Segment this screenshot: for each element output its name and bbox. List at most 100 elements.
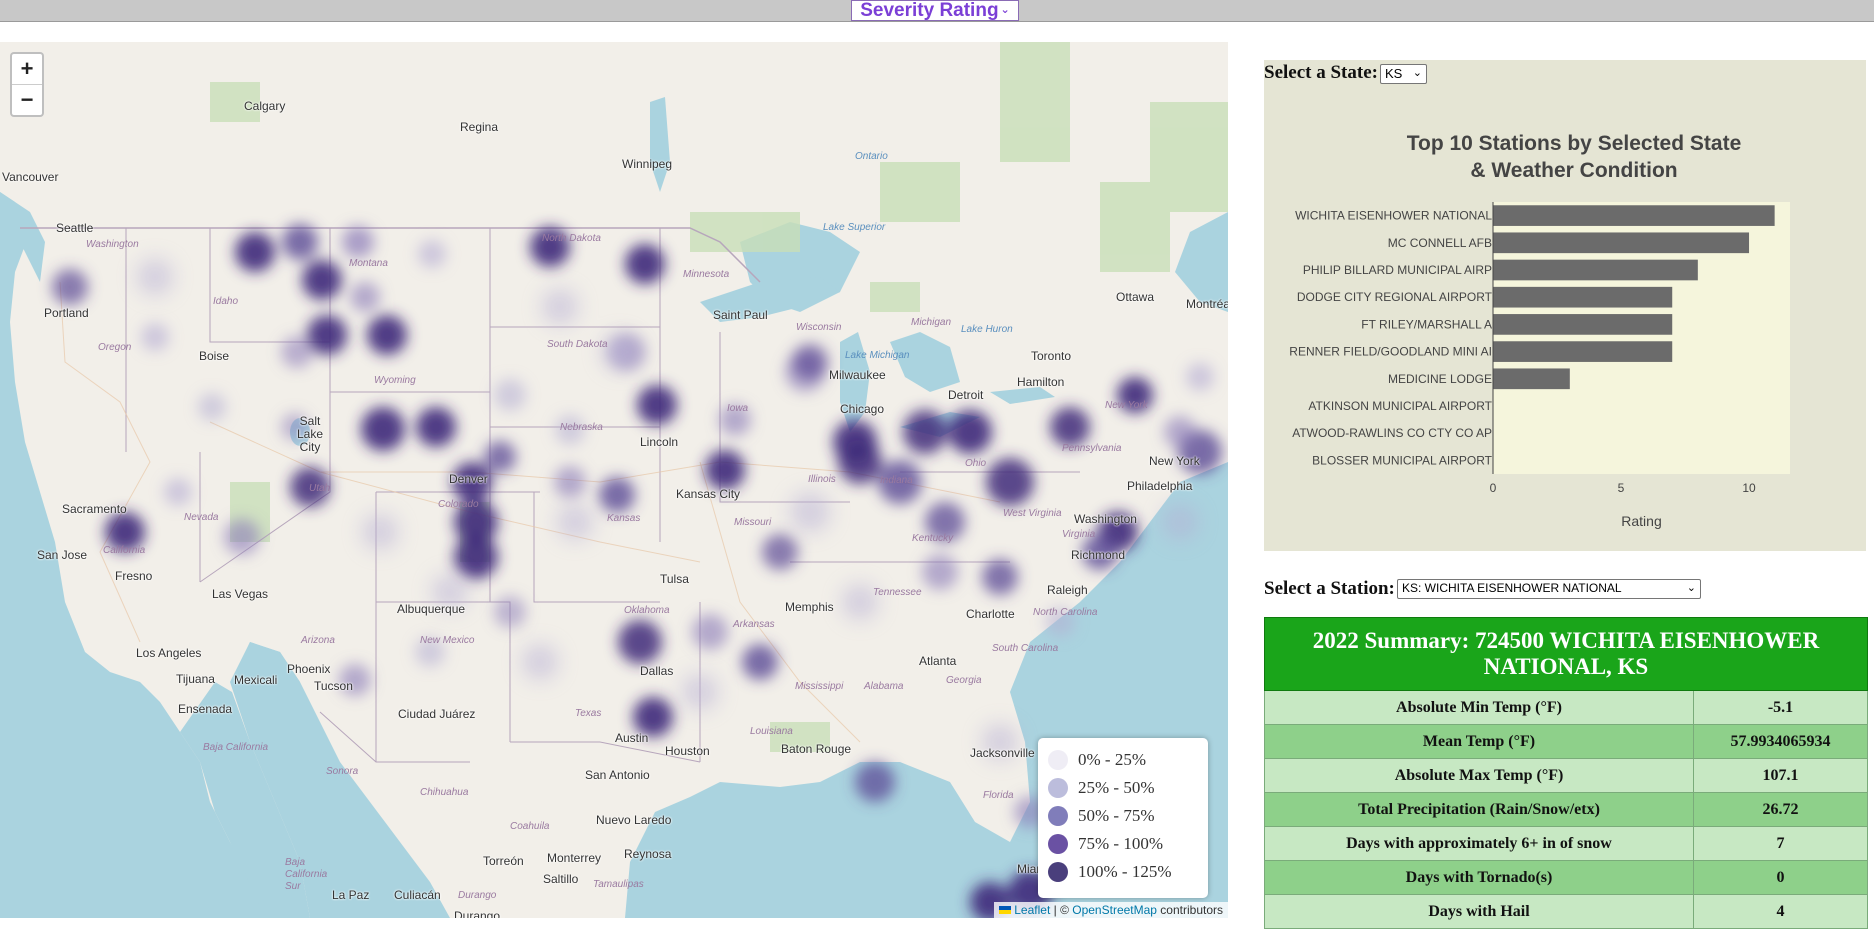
summary-row-value: -5.1 [1693,690,1868,725]
city-label: Washington [1074,512,1137,526]
region-label: South Dakota [547,339,608,350]
zoom-out-button[interactable]: − [12,84,42,115]
legend-item: 0% - 25% [1048,746,1198,774]
bar [1493,205,1775,226]
legend-item: 100% - 125% [1048,858,1198,886]
summary-row: Absolute Max Temp (°F) 107.1 [1264,758,1868,793]
legend-label: 50% - 75% [1078,806,1155,825]
region-label: Alabama [864,681,904,692]
region-label: Indiana [880,475,913,486]
region-label: Chihuahua [420,787,469,798]
summary-row: Absolute Min Temp (°F) -5.1 [1264,690,1868,725]
region-label: Nevada [184,512,219,523]
city-label: Hamilton [1017,375,1065,389]
city-label: Tulsa [660,572,689,586]
region-label: Georgia [946,675,982,686]
summary-row-value: 0 [1693,860,1868,895]
region-label: Ohio [965,458,987,469]
city-label: Mexicali [234,673,278,687]
water-label: Lake Michigan [845,350,910,361]
city-label: Torreón [483,854,524,868]
summary-row-label: Days with Tornado(s) [1264,860,1694,895]
legend-swatch [1048,834,1068,854]
city-label: Tucson [314,679,353,693]
city-label: Fresno [115,569,153,583]
summary-row-value: 107.1 [1693,758,1868,793]
region-label: West Virginia [1003,508,1062,519]
city-label: Ensenada [178,702,233,716]
ukraine-flag-icon [999,906,1012,914]
station-bar-chart: WICHITA EISENHOWER NATIONAL MC CONNELL AF… [1289,202,1790,529]
summary-row: Days with approximately 6+ in of snow 7 [1264,826,1868,861]
city-label: Houston [665,744,710,758]
city-label: Ottawa [1116,290,1155,304]
city-label: Las Vegas [212,587,269,601]
legend-swatch [1048,750,1068,770]
legend-label: 100% - 125% [1078,862,1172,881]
y-tick-label: ATWOOD-RAWLINS CO CTY CO AP [1292,426,1492,440]
bar [1493,314,1673,335]
summary-row: Mean Temp (°F) 57.9934065934 [1264,724,1868,759]
summary-row-value: 7 [1693,826,1868,861]
city-label: Los Angeles [136,646,202,660]
summary-row-value: 26.72 [1693,792,1868,827]
region-label: Baja California [203,742,269,753]
region-label: Pennsylvania [1062,443,1122,454]
region-label: Utah [309,483,331,494]
summary-row-value: 4 [1693,894,1868,929]
region-label: Mississippi [795,681,844,692]
region-label: California [103,545,146,556]
region-label: Arkansas [733,619,775,630]
region-label: Durango [458,890,497,901]
city-label: Tijuana [176,672,215,686]
summary-row: Total Precipitation (Rain/Snow/etx) 26.72 [1264,792,1868,827]
water-label: Ontario [855,151,888,162]
region-label: Baja California Sur [285,857,328,892]
y-tick-label: ATKINSON MUNICIPAL AIRPORT [1308,399,1492,413]
water-label: Lake Superior [823,222,886,233]
legend-swatch [1048,778,1068,798]
region-label: Colorado [438,499,479,510]
region-label: South Carolina [992,643,1059,654]
osm-link[interactable]: OpenStreetMap [1072,903,1157,917]
station-select-label: Select a Station: [1264,578,1395,599]
region-label: Oklahoma [624,605,670,616]
city-label: New York [1149,454,1200,468]
metric-select[interactable]: Severity Rating ⌄ [851,0,1019,21]
bar [1493,259,1698,281]
region-label: North Carolina [1033,607,1098,618]
legend-item: 75% - 100% [1048,830,1198,858]
region-label: New York [1105,400,1148,411]
city-label: Atlanta [919,654,957,668]
region-label: Wisconsin [796,322,842,333]
top-bar: Severity Rating ⌄ [0,0,1874,22]
leaflet-link[interactable]: Leaflet [1014,903,1050,917]
heatmap-map[interactable]: Calgary Regina Winnipeg Vancouver Seattl… [0,42,1228,918]
city-label: Portland [44,306,89,320]
y-tick-label: MEDICINE LODGE [1388,372,1492,386]
region-label: Oregon [98,342,132,353]
city-label: Austin [615,731,649,745]
water-label: Lake Huron [961,324,1013,335]
city-label: Calgary [244,99,286,113]
city-label: Ciudad Juárez [398,707,476,721]
city-label: Durango [454,909,501,918]
city-label: Culiacán [394,888,441,902]
legend-item: 50% - 75% [1048,802,1198,830]
y-tick-label: RENNER FIELD/GOODLAND MINI AI [1289,345,1492,359]
zoom-in-button[interactable]: + [12,54,42,84]
legend-label: 0% - 25% [1078,750,1146,769]
region-label: Montana [349,258,388,269]
legend-swatch [1048,862,1068,882]
region-label: Coahuila [510,821,550,832]
city-label: Raleigh [1047,583,1088,597]
region-label: Washington [86,239,139,250]
x-tick-label: 5 [1618,481,1625,495]
city-label: Baton Rouge [781,742,852,756]
region-label: Arizona [301,635,335,646]
city-label: Toronto [1031,349,1072,363]
summary-row-value: 57.9934065934 [1693,724,1868,759]
station-select[interactable]: KS: WICHITA EISENHOWER NATIONAL ⌄ [1397,579,1701,599]
region-label: Michigan [911,317,952,328]
region-label: Minnesota [683,269,730,280]
